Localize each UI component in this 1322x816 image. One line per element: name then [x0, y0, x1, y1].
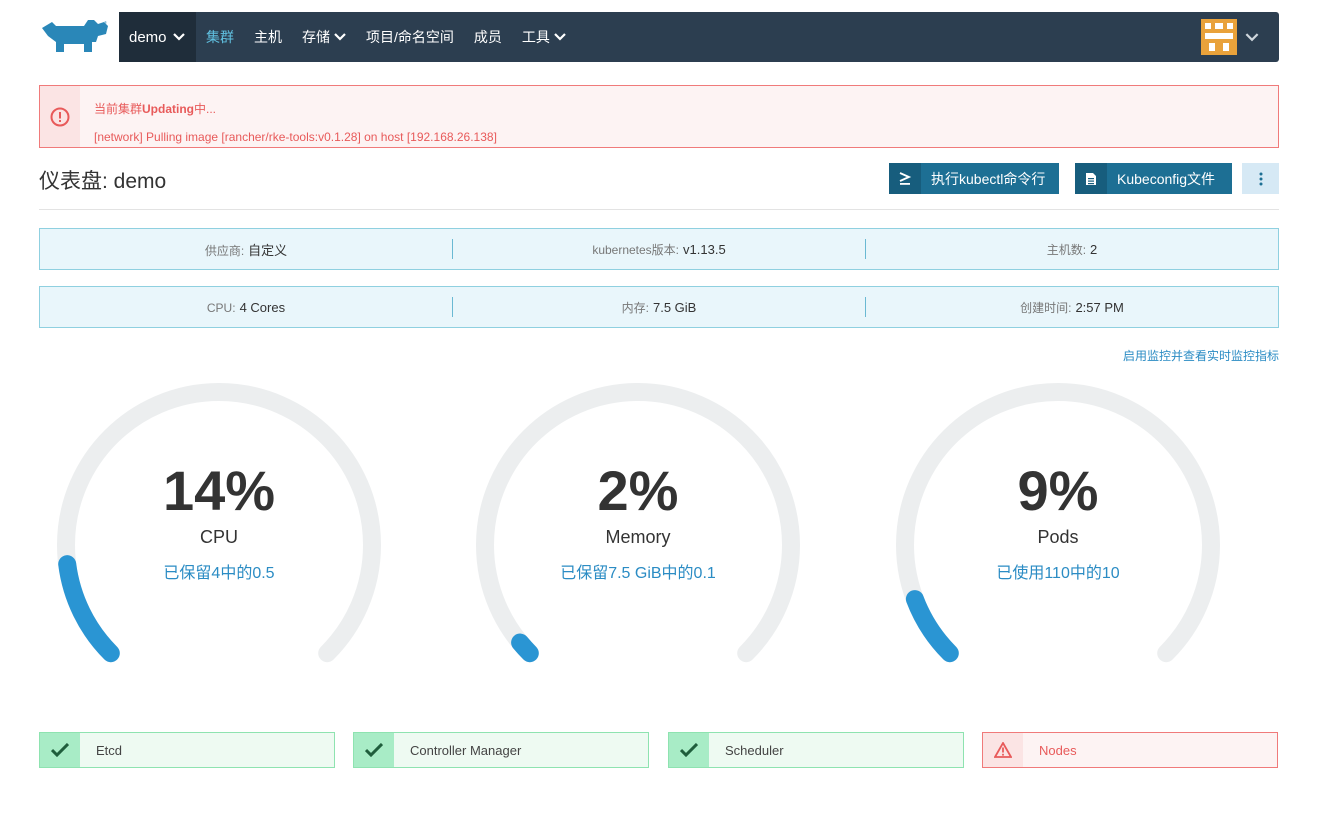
cluster-info-row-1: 供应商: 自定义 kubernetes版本: v1.13.5 主机数: 2 — [39, 228, 1279, 270]
gauge-percent: 14% — [162, 459, 276, 522]
gauge-percent: 9% — [1017, 459, 1099, 522]
gauge-memory: 2% Memory 已保留7.5 GiB中的0.1 — [473, 380, 803, 680]
kubeconfig-button[interactable]: Kubeconfig文件 — [1075, 163, 1232, 194]
nav-item-cluster[interactable]: 集群 — [196, 12, 244, 62]
gauge-percent: 2% — [597, 459, 679, 522]
check-icon — [40, 733, 80, 767]
file-icon — [1075, 163, 1107, 194]
more-vertical-icon — [1259, 172, 1262, 185]
gauge-name: CPU — [199, 527, 238, 547]
gauge-name: Memory — [605, 527, 671, 547]
info-k8s-version: kubernetes版本: v1.13.5 — [592, 241, 726, 257]
cluster-switcher[interactable]: demo — [119, 12, 196, 62]
info-provider: 供应商: 自定义 — [204, 242, 288, 258]
info-created: 创建时间: 2:57 PM — [1020, 299, 1124, 315]
nav-item-storage[interactable]: 存储 — [292, 12, 356, 62]
status-nodes: Nodes — [982, 732, 1278, 768]
chevron-down-icon — [334, 33, 346, 41]
avatar-pattern-icon — [1201, 19, 1237, 55]
check-icon — [354, 733, 394, 767]
kubectl-button[interactable]: 执行kubectl命令行 — [889, 163, 1059, 194]
status-scheduler: Scheduler — [668, 732, 964, 768]
alert-text: 当前集群Updating中... [network] Pulling image… — [80, 86, 497, 147]
warning-icon — [983, 733, 1023, 767]
info-memory: 内存: 7.5 GiB — [621, 299, 697, 315]
cluster-name: demo — [129, 28, 167, 46]
avatar — [1201, 19, 1237, 55]
gauge-detail: 已使用110中的10 — [996, 565, 1120, 582]
status-controller-manager: Controller Manager — [353, 732, 649, 768]
cluster-info-row-2: CPU: 4 Cores 内存: 7.5 GiB 创建时间: 2:57 PM — [39, 286, 1279, 328]
chevron-down-icon — [554, 33, 566, 41]
svg-text:®: ® — [104, 20, 107, 25]
alert-title: 当前集群Updating中... — [94, 102, 217, 116]
top-navbar: demo 集群 主机 存储 项目/命名空间 成员 工具 — [119, 12, 1279, 62]
gauge-name: Pods — [1037, 527, 1079, 547]
gauge-detail: 已保留7.5 GiB中的0.1 — [560, 565, 716, 582]
enable-monitoring-link[interactable]: 启用监控并查看实时监控指标 — [1123, 347, 1279, 364]
nav-item-tools[interactable]: 工具 — [512, 12, 576, 62]
nav-item-members[interactable]: 成员 — [464, 12, 512, 62]
gauge-fill — [511, 633, 539, 663]
chevron-down-icon — [172, 33, 185, 41]
gauge-pods: 9% Pods 已使用110中的10 — [893, 380, 1223, 680]
info-host-count: 主机数: 2 — [1046, 241, 1098, 257]
check-icon — [669, 733, 709, 767]
gauge-fill — [905, 590, 959, 663]
page-title: 仪表盘: demo — [39, 170, 167, 193]
info-circle-icon — [50, 107, 70, 126]
alert-detail: [network] Pulling image [rancher/rke-too… — [94, 130, 497, 144]
gauge-cpu: 14% CPU 已保留4中的0.5 — [54, 380, 384, 680]
nav-item-hosts[interactable]: 主机 — [244, 12, 292, 62]
user-menu[interactable] — [1201, 19, 1259, 55]
info-cpu: CPU: 4 Cores — [206, 299, 286, 315]
status-etcd: Etcd — [39, 732, 335, 768]
terminal-icon — [889, 163, 921, 194]
more-actions-button[interactable] — [1242, 163, 1279, 194]
cluster-updating-alert: 当前集群Updating中... [network] Pulling image… — [39, 85, 1279, 148]
rancher-logo[interactable]: ® — [38, 18, 110, 58]
header-divider — [39, 209, 1279, 210]
nav-item-projects[interactable]: 项目/命名空间 — [356, 12, 464, 62]
alert-icon-box — [40, 86, 80, 147]
gauge-detail: 已保留4中的0.5 — [163, 565, 275, 582]
chevron-down-icon — [1245, 32, 1259, 41]
